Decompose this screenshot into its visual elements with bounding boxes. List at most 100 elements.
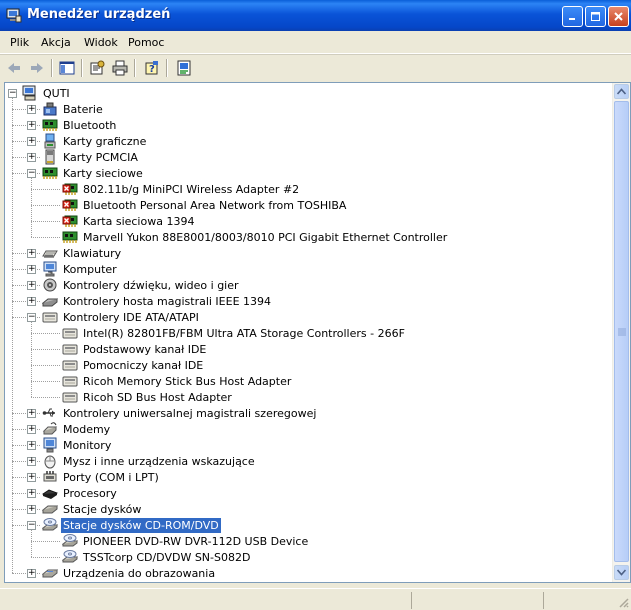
tree-item[interactable]: Karty PCMCIA	[42, 149, 140, 165]
menu-plik[interactable]: Plik	[10, 36, 29, 49]
expand-toggle[interactable]: +	[27, 281, 36, 290]
tree-item[interactable]: Kontrolery IDE ATA/ATAPI	[42, 309, 201, 325]
menu-widok[interactable]: Widok	[84, 36, 118, 49]
scroll-up-arrow-icon	[617, 88, 626, 95]
tree-item[interactable]: Pomocniczy kanał IDE	[62, 357, 205, 373]
collapse-toggle[interactable]: −	[8, 89, 17, 98]
tree-item[interactable]: Kontrolery dźwięku, wideo i gier	[42, 277, 241, 293]
expand-toggle[interactable]: +	[27, 249, 36, 258]
back-arrow-icon	[8, 63, 20, 73]
tree-item[interactable]: Bluetooth Personal Area Network from TOS…	[62, 197, 348, 213]
minimize-button[interactable]	[562, 6, 583, 27]
tree-item[interactable]: Baterie	[42, 101, 105, 117]
resize-grip-icon[interactable]	[617, 596, 629, 608]
tree-item[interactable]: Urządzenia do obrazowania	[41, 565, 217, 581]
menu-pomoc[interactable]: Pomoc	[128, 36, 164, 49]
expand-toggle[interactable]: +	[27, 105, 36, 114]
tree-item[interactable]: Karta sieciowa 1394	[62, 213, 196, 229]
scroll-up-button[interactable]	[614, 84, 629, 99]
collapse-toggle[interactable]: −	[27, 313, 36, 322]
network-card-warning-icon	[62, 181, 78, 197]
tree-connector	[31, 557, 60, 558]
expand-toggle[interactable]: +	[27, 297, 36, 306]
print-button[interactable]	[111, 59, 129, 77]
tree-item[interactable]: Procesory	[41, 485, 119, 501]
expand-toggle[interactable]: +	[27, 153, 36, 162]
expand-toggle[interactable]: +	[27, 569, 36, 578]
disk-drive-icon	[41, 501, 59, 517]
tree-item[interactable]: Stacje dysków CD-ROM/DVD	[41, 517, 221, 533]
scroll-thumb[interactable]	[614, 101, 629, 562]
tree-connector	[31, 530, 32, 557]
title-bar[interactable]: Menedżer urządzeń	[0, 0, 631, 31]
tree-item[interactable]: Komputer	[42, 261, 119, 277]
tree-item-label: Stacje dysków CD-ROM/DVD	[61, 517, 221, 533]
tree-item[interactable]: QUTI	[22, 85, 72, 101]
ide-controller-icon	[62, 373, 78, 389]
collapse-toggle[interactable]: −	[27, 521, 36, 530]
forward-button[interactable]	[28, 59, 46, 77]
tree-item[interactable]: Marvell Yukon 88E8001/8003/8010 PCI Giga…	[62, 229, 449, 245]
expand-toggle[interactable]: +	[27, 441, 36, 450]
tree-item[interactable]: Karty graficzne	[42, 133, 148, 149]
tree-item-label: Komputer	[63, 262, 117, 276]
properties-button[interactable]	[88, 59, 106, 77]
vertical-scrollbar[interactable]	[612, 83, 630, 582]
network-card-warning-icon	[62, 213, 78, 229]
close-button[interactable]	[608, 6, 629, 27]
expand-toggle[interactable]: +	[27, 121, 36, 130]
show-hide-console-tree-button[interactable]	[58, 59, 76, 77]
menu-akcja[interactable]: Akcja	[41, 36, 71, 49]
expand-toggle[interactable]: +	[27, 265, 36, 274]
tree-item[interactable]: TSSTcorp CD/DVDW SN-S082D	[61, 549, 252, 565]
tree-item[interactable]: Modemy	[42, 421, 112, 437]
collapse-toggle[interactable]: −	[27, 169, 36, 178]
tree-item[interactable]: Stacje dysków	[41, 501, 143, 517]
expand-toggle[interactable]: +	[27, 425, 36, 434]
tree-connector	[12, 98, 13, 573]
tree-item[interactable]: 802.11b/g MiniPCI Wireless Adapter #2	[62, 181, 301, 197]
tree-item[interactable]: Karty sieciowe	[42, 165, 145, 181]
expand-toggle[interactable]: +	[27, 505, 36, 514]
tree-item[interactable]: Intel(R) 82801FB/FBM Ultra ATA Storage C…	[62, 325, 407, 341]
expand-toggle[interactable]: +	[27, 409, 36, 418]
scroll-down-arrow-icon	[617, 569, 626, 576]
tree-item-label: Kontrolery hosta magistrali IEEE 1394	[63, 294, 272, 308]
scroll-down-button[interactable]	[614, 565, 629, 580]
tree-item[interactable]: PIONEER DVD-RW DVR-112D USB Device	[61, 533, 310, 549]
tree-item[interactable]: Ricoh Memory Stick Bus Host Adapter	[62, 373, 293, 389]
tree-item-label: Ricoh SD Bus Host Adapter	[83, 390, 232, 404]
tree-item[interactable]: Ricoh SD Bus Host Adapter	[62, 389, 234, 405]
tree-connector	[31, 365, 60, 366]
ide-controller-icon	[62, 325, 78, 341]
tree-item[interactable]: Monitory	[42, 437, 113, 453]
tree-connector	[31, 237, 60, 238]
expand-toggle[interactable]: +	[27, 489, 36, 498]
tree-item[interactable]: Bluetooth	[42, 117, 118, 133]
tree-item[interactable]: Kontrolery hosta magistrali IEEE 1394	[41, 293, 273, 309]
display-adapter-icon	[42, 133, 58, 149]
expand-toggle[interactable]: +	[27, 137, 36, 146]
device-tree[interactable]: − QUTI + Baterie + Bluetooth + Karty graficzne +…	[4, 82, 631, 583]
tree-item[interactable]: Mysz i inne urządzenia wskazujące	[42, 453, 257, 469]
scroll-grip-icon	[618, 328, 626, 336]
tree-item-label: Karty PCMCIA	[63, 150, 138, 164]
expand-toggle[interactable]: +	[27, 473, 36, 482]
help-button[interactable]: ?	[143, 59, 161, 77]
tree-item[interactable]: Podstawowy kanał IDE	[62, 341, 208, 357]
toolbar: ?	[0, 54, 631, 81]
back-button[interactable]	[5, 59, 23, 77]
tree-item[interactable]: Kontrolery uniwersalnej magistrali szere…	[42, 405, 318, 421]
scan-hardware-button[interactable]	[175, 59, 193, 77]
tree-item-label: Modemy	[63, 422, 111, 436]
tree-item-label: Porty (COM i LPT)	[63, 470, 159, 484]
tree-item[interactable]: Porty (COM i LPT)	[42, 469, 161, 485]
toolbar-separator	[166, 59, 168, 77]
pcmcia-icon	[42, 149, 58, 165]
maximize-button[interactable]	[585, 6, 606, 27]
tree-connector	[31, 333, 60, 334]
expand-toggle[interactable]: +	[27, 457, 36, 466]
toolbar-separator	[51, 59, 53, 77]
tree-item[interactable]: Klawiatury	[42, 245, 123, 261]
console-tree-icon	[59, 61, 75, 75]
